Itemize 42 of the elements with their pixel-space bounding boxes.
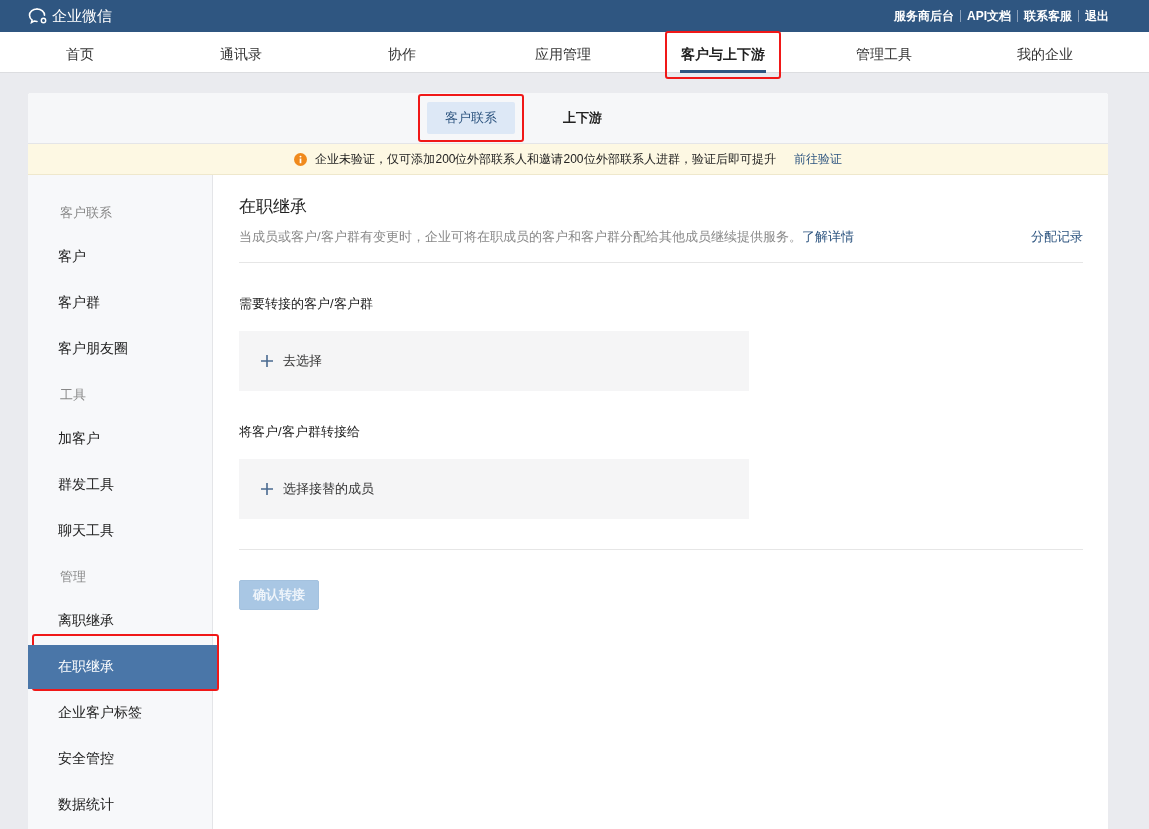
info-icon [294, 152, 308, 166]
sidebar-group-title: 管理 [59, 568, 87, 586]
sub-tab[interactable]: 客户联系 [426, 102, 515, 134]
sidebar-item[interactable]: 群发工具 [28, 463, 217, 507]
select-picker[interactable]: 去选择 [239, 331, 749, 391]
header-link[interactable]: API文档 [967, 7, 1011, 25]
sidebar-item[interactable]: 在职继承 [28, 645, 217, 689]
plus-icon [261, 355, 273, 367]
section-label: 需要转接的客户/客户群 [239, 295, 374, 313]
sidebar-item[interactable]: 安全管控 [28, 737, 217, 781]
nav-tab[interactable]: 管理工具 [841, 33, 926, 77]
section-label: 将客户/客户群转接给 [239, 423, 361, 441]
sidebar-group-title: 客户联系 [59, 204, 113, 222]
app-logo-text: 企业微信 [52, 6, 112, 26]
notice-text: 企业未验证，仅可添加200位外部联系人和邀请200位外部联系人进群，验证后即可提升 [315, 150, 776, 168]
header-link[interactable]: 服务商后台 [894, 7, 954, 25]
header-link[interactable]: 退出 [1085, 7, 1109, 25]
nav-tab[interactable]: 我的企业 [1002, 33, 1087, 77]
assignment-record-link[interactable]: 分配记录 [1031, 228, 1083, 246]
nav-tab[interactable]: 客户与上下游 [667, 33, 780, 77]
sidebar-item[interactable]: 客户 [28, 235, 217, 279]
sidebar-item[interactable]: 数据统计 [28, 783, 217, 827]
plus-icon [261, 483, 273, 495]
nav-tab[interactable]: 首页 [52, 33, 109, 77]
sidebar-item[interactable]: 加客户 [28, 417, 217, 461]
details-link[interactable]: 了解详情 [801, 229, 854, 244]
chat-bubble-icon [28, 7, 48, 25]
sub-tab[interactable]: 上下游 [544, 102, 620, 134]
select-picker[interactable]: 选择接替的成员 [239, 459, 749, 519]
sidebar-item[interactable]: 客户朋友圈 [28, 327, 217, 371]
verify-link[interactable]: 前往验证 [793, 150, 842, 168]
nav-tab[interactable]: 通讯录 [206, 33, 277, 77]
sidebar-item[interactable]: 企业客户标签 [28, 691, 217, 735]
sidebar-item[interactable]: 聊天工具 [28, 509, 217, 553]
page-description: 当成员或客户/客户群有变更时，企业可将在职成员的客户和客户群分配给其他成员继续提供服务。了解详情 [239, 228, 854, 246]
header-link[interactable]: 联系客服 [1024, 7, 1072, 25]
nav-tab[interactable]: 应用管理 [520, 33, 605, 77]
page-title: 在职继承 [239, 196, 308, 218]
sidebar-group-title: 工具 [59, 386, 87, 404]
nav-tab[interactable]: 协作 [373, 33, 430, 77]
sidebar-item[interactable]: 客户群 [28, 281, 217, 325]
sidebar-item[interactable]: 离职继承 [28, 599, 217, 643]
